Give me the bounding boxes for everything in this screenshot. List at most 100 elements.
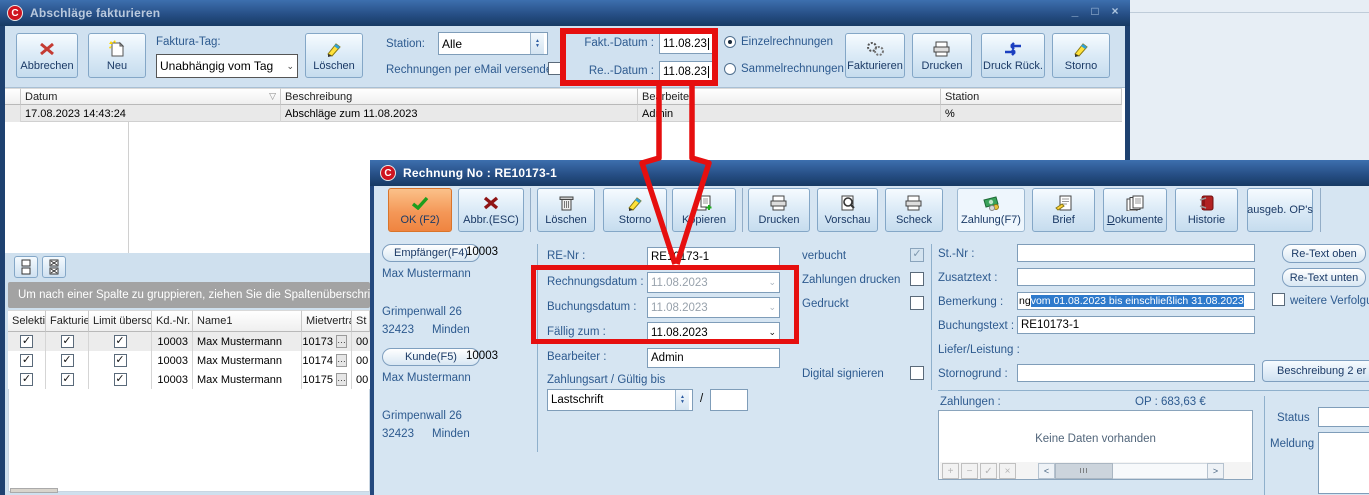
scroll-right-icon[interactable]: > (1207, 463, 1224, 479)
email-send-checkbox[interactable] (548, 62, 561, 75)
weitere-verfolgung-checkbox[interactable] (1272, 293, 1285, 306)
verbucht-checkbox[interactable]: ✓ (910, 248, 924, 262)
faellig-zum-select[interactable]: 11.08.2023⌄ (647, 322, 780, 343)
re-nr-input[interactable]: RE10173-1 (647, 247, 780, 267)
grid-header-mietvertrag[interactable]: Mietvertra (302, 310, 352, 332)
limit-checkbox[interactable]: ✓ (114, 354, 127, 367)
beschreibung2-button[interactable]: Beschreibung 2 er (1262, 360, 1369, 382)
minimize-icon[interactable]: _ (1068, 4, 1082, 18)
ellipsis-button[interactable]: … (336, 373, 347, 386)
kopieren-button[interactable]: Kopieren (672, 188, 736, 232)
window-rechnung: C Rechnung No : RE10173-1 OK (F2) Abbr.(… (370, 160, 1369, 495)
selektion-checkbox[interactable]: ✓ (20, 354, 33, 367)
maximize-icon[interactable]: □ (1088, 4, 1102, 18)
ellipsis-button[interactable]: … (336, 335, 347, 348)
deselect-all-button[interactable] (42, 256, 66, 278)
front-window-title: Rechnung No : RE10173-1 (403, 166, 557, 180)
brief-button[interactable]: Brief (1032, 188, 1095, 232)
buchungsdatum-select[interactable]: 11.08.2023⌄ (647, 297, 780, 318)
grid-header-kdnr[interactable]: Kd.-Nr. (152, 310, 193, 332)
limit-checkbox[interactable]: ✓ (114, 373, 127, 386)
re-text-unten-button[interactable]: Re-Text unten (1282, 268, 1366, 287)
drucken-button[interactable]: Drucken (748, 188, 810, 232)
list-header-beschreibung[interactable]: Beschreibung (281, 88, 638, 105)
ellipsis-button[interactable]: … (336, 354, 347, 367)
digital-signieren-checkbox[interactable] (910, 366, 924, 380)
select-all-button[interactable] (14, 256, 38, 278)
fakturieren-checkbox[interactable]: ✓ (61, 335, 74, 348)
fakturieren-checkbox[interactable]: ✓ (61, 373, 74, 386)
confirm-button[interactable]: ✓ (980, 463, 997, 479)
vorschau-button[interactable]: Vorschau (817, 188, 878, 232)
re-text-oben-button[interactable]: Re-Text oben (1282, 244, 1366, 263)
limit-checkbox[interactable]: ✓ (114, 335, 127, 348)
selektion-checkbox[interactable]: ✓ (20, 335, 33, 348)
add-button[interactable]: + (942, 463, 959, 479)
stornogrund-label: Stornogrund : (938, 368, 1008, 380)
bemerkung-label: Bemerkung : (938, 296, 1003, 308)
sammelrechnungen-radio[interactable] (724, 63, 736, 75)
zahlungen-drucken-checkbox[interactable] (910, 272, 924, 286)
historie-button[interactable]: Historie (1175, 188, 1238, 232)
druck-rueck-button[interactable]: Druck Rück. (981, 33, 1045, 78)
grid-empty-area (8, 389, 370, 492)
horizontal-scrollbar[interactable]: < III > (1038, 463, 1224, 479)
drucken-button[interactable]: Drucken (912, 33, 972, 78)
spinner-icon[interactable]: ▲▼ (530, 33, 544, 54)
list-header-bearbeiter[interactable]: Bearbeiter (638, 88, 941, 105)
fakturieren-checkbox[interactable]: ✓ (61, 354, 74, 367)
fakt-datum-input[interactable]: 11.08.23 (659, 33, 714, 54)
list-header-datum[interactable]: Datum▽ (21, 88, 281, 105)
buchungstext-input[interactable]: RE10173-1 (1017, 316, 1255, 334)
selektion-checkbox[interactable]: ✓ (20, 373, 33, 386)
spinner-icon[interactable]: ▲▼ (675, 390, 689, 410)
station-select[interactable]: Alle ▲▼ (438, 32, 548, 55)
neu-button[interactable]: Neu (88, 33, 146, 78)
front-titlebar[interactable]: C Rechnung No : RE10173-1 (370, 160, 1369, 186)
dokumente-button[interactable]: Dokumente (1103, 188, 1167, 232)
loeschen-button[interactable]: Löschen (537, 188, 595, 232)
fakturieren-button[interactable]: Fakturieren (845, 33, 905, 78)
storno-button[interactable]: Storno (603, 188, 667, 232)
zahlung-button[interactable]: Zahlung(F7) (957, 188, 1025, 232)
ok-button[interactable]: OK (F2) (388, 188, 452, 232)
rechnungsdatum-select[interactable]: 11.08.2023⌄ (647, 272, 780, 293)
grid-header-name1[interactable]: Name1 (193, 310, 302, 332)
gedruckt-checkbox[interactable] (910, 296, 924, 310)
close-icon[interactable]: × (1108, 4, 1122, 18)
remove-button[interactable]: − (961, 463, 978, 479)
ausgeb-ops-button[interactable]: ausgeb. OP's (1247, 188, 1313, 232)
back-titlebar[interactable]: C Abschläge fakturieren _ □ × (0, 0, 1130, 26)
panel-separator (537, 244, 538, 452)
cancel-button[interactable]: × (999, 463, 1016, 479)
einzelrechnungen-radio[interactable] (724, 36, 736, 48)
pencil-eraser-icon (1070, 40, 1092, 58)
grid-header-st[interactable]: St (352, 310, 370, 332)
loeschen-button[interactable]: Löschen (305, 33, 363, 78)
list-header-station[interactable]: Station (941, 88, 1122, 105)
horizontal-scrollbar[interactable] (10, 488, 58, 493)
scroll-left-icon[interactable]: < (1038, 463, 1055, 479)
grid-header-fakturieren[interactable]: Fakturie (46, 310, 89, 332)
storno-button[interactable]: Storno (1052, 33, 1110, 78)
checked-boxes-icon (48, 259, 60, 275)
bemerkung-input[interactable]: ng vom 01.08.2023 bis einschließlich 31.… (1017, 292, 1255, 310)
re-datum-input[interactable]: 11.08.23 (659, 61, 714, 82)
scroll-thumb[interactable]: III (1055, 463, 1113, 479)
verbucht-label: verbucht (802, 250, 846, 262)
zahlungsart-select[interactable]: Lastschrift ▲▼ (547, 389, 693, 411)
grid-header-limit[interactable]: Limit übersch (89, 310, 152, 332)
grid-header-selektion[interactable]: Selektio (8, 310, 46, 332)
scheck-button[interactable]: Scheck (885, 188, 943, 232)
bearbeiter-input[interactable]: Admin (647, 348, 780, 368)
faktura-tag-select[interactable]: Unabhängig vom Tag ⌄ (156, 54, 298, 78)
zusatztext-input[interactable] (1017, 268, 1255, 286)
back-window-title: Abschläge fakturieren (30, 6, 160, 20)
abbrechen-button[interactable]: Abbr.(ESC) (458, 188, 524, 232)
empfaenger-number: 10003 (458, 246, 498, 258)
abbrechen-button[interactable]: Abbrechen (16, 33, 78, 78)
gueltig-bis-input[interactable] (710, 389, 748, 411)
stornogrund-input[interactable] (1017, 364, 1255, 382)
st-nr-input[interactable] (1017, 244, 1255, 262)
kunde-street: Grimpenwall 26 (382, 410, 462, 422)
